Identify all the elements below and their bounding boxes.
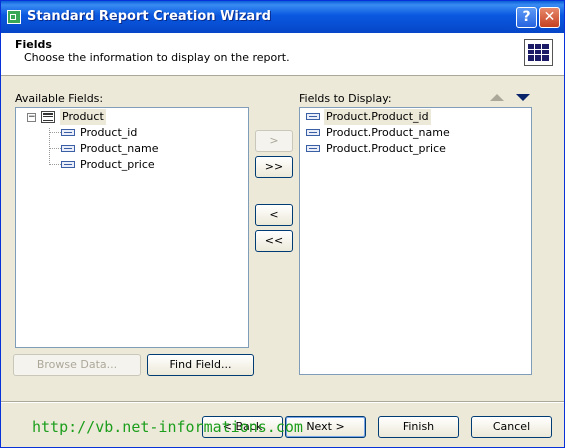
tree-connector [49,128,50,165]
fields-to-display-label: Fields to Display: [299,92,392,105]
table-icon [41,111,55,123]
add-field-button[interactable]: > [255,130,293,152]
browse-data-button[interactable]: Browse Data... [13,354,141,376]
help-button[interactable]: ? [516,7,537,28]
available-fields-label: Available Fields: [15,92,104,105]
field-icon [306,145,320,152]
remove-field-button[interactable]: < [255,204,293,226]
finish-button[interactable]: Finish [378,416,459,438]
cancel-button[interactable]: Cancel [471,416,552,438]
tree-connector [49,148,61,149]
move-down-icon[interactable] [516,94,530,101]
find-field-button[interactable]: Find Field... [147,354,254,376]
tree-item-product[interactable]: Product [60,109,106,125]
wizard-header: Fields Choose the information to display… [1,33,564,76]
remove-all-fields-button[interactable]: << [255,230,293,252]
field-icon [306,113,320,120]
page-title: Fields [15,38,52,51]
add-all-fields-button[interactable]: >> [255,156,293,178]
tree-connector [49,132,61,133]
report-table-icon [524,39,553,66]
display-list-item[interactable]: Product.Product_name [326,125,450,141]
display-list-item[interactable]: Product.Product_price [326,141,446,157]
field-icon [61,145,75,152]
available-fields-tree[interactable]: − Product Product_id Product_name Produc… [15,107,249,348]
display-list-item[interactable]: Product.Product_id [324,109,431,125]
field-icon [61,129,75,136]
tree-item-field[interactable]: Product_price [80,157,155,173]
wizard-window: Standard Report Creation Wizard ? ✕ Fiel… [0,0,565,448]
title-bar[interactable]: Standard Report Creation Wizard ? ✕ [1,1,564,33]
footer-divider [1,401,564,403]
app-icon [7,10,21,24]
collapse-icon[interactable]: − [27,113,36,122]
tree-connector [49,164,61,165]
tree-item-field[interactable]: Product_id [80,125,137,141]
fields-to-display-list[interactable]: Product.Product_id Product.Product_name … [299,107,532,375]
watermark-url: http://vb.net-informations.com [32,418,303,436]
field-icon [61,161,75,168]
tree-item-field[interactable]: Product_name [80,141,158,157]
field-icon [306,129,320,136]
move-up-icon[interactable] [490,94,504,101]
close-button[interactable]: ✕ [539,7,560,28]
page-subtitle: Choose the information to display on the… [24,51,290,64]
window-title: Standard Report Creation Wizard [27,9,271,24]
